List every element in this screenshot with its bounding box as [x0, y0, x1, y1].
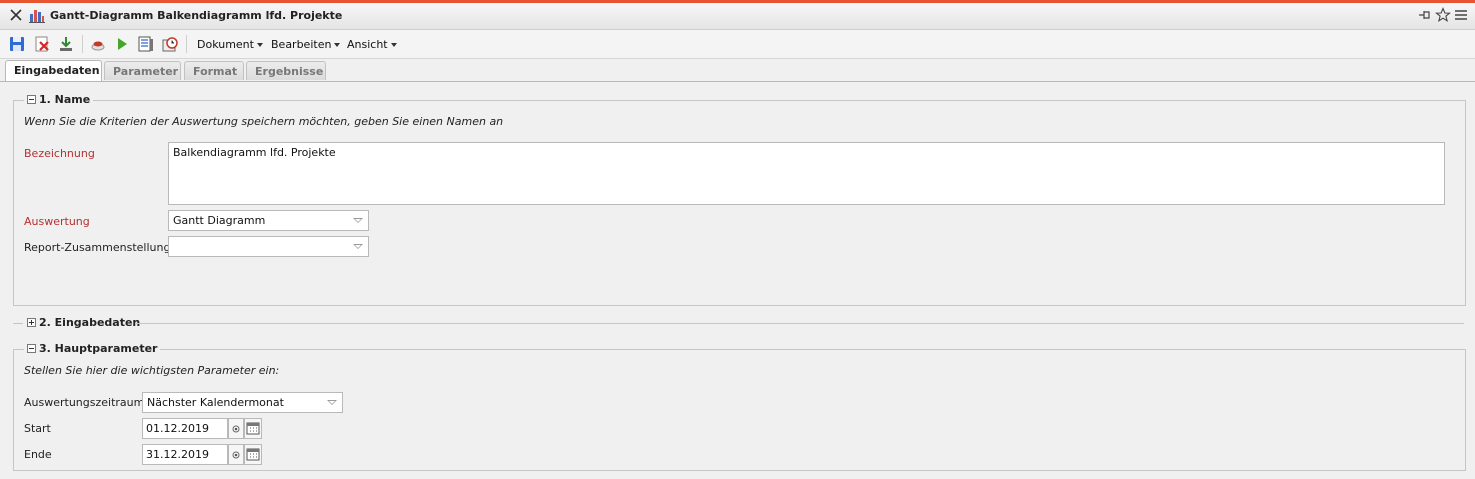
auswertungszeitraum-label: Auswertungszeitraum [24, 396, 145, 409]
auswertung-select[interactable]: Gantt Diagramm [168, 210, 369, 231]
calendar-icon[interactable] [244, 444, 262, 465]
save-icon[interactable] [9, 36, 25, 52]
bar-chart-icon [29, 8, 45, 23]
toolbar-separator [82, 35, 83, 53]
auswertung-value: Gantt Diagramm [173, 214, 266, 227]
section-name-hint: Wenn Sie die Kriterien der Auswertung sp… [24, 115, 504, 128]
menu-dokument-label: Dokument [197, 38, 254, 51]
tab-ergebnisse[interactable]: Ergebnisse [246, 61, 326, 80]
tab-eingabedaten[interactable]: Eingabedaten [5, 60, 102, 81]
section-name-title: 1. Name [39, 93, 91, 106]
clear-date-button[interactable] [228, 444, 244, 465]
section-name: 1. Name Wenn Sie die Kriterien der Auswe… [13, 93, 1466, 306]
menu-ansicht[interactable]: Ansicht [347, 38, 397, 51]
start-label: Start [24, 422, 51, 435]
section-hauptparameter-hint: Stellen Sie hier die wichtigsten Paramet… [24, 364, 280, 377]
ende-label: Ende [24, 448, 52, 461]
tab-bar: Eingabedaten Parameter Format Ergebnisse [0, 59, 1475, 82]
chevron-down-icon [256, 43, 263, 47]
close-icon[interactable] [8, 7, 24, 23]
pin-icon[interactable] [1417, 7, 1433, 23]
toolbar-separator [186, 35, 187, 53]
auswertungszeitraum-select[interactable]: Nächster Kalendermonat [142, 392, 343, 413]
report-zusammenstellung-label: Report-Zusammenstellung [24, 241, 171, 254]
window-controls [1417, 7, 1469, 23]
chevron-down-icon[interactable] [353, 218, 363, 223]
menu-dokument[interactable]: Dokument [197, 38, 263, 51]
start-date-input[interactable]: 01.12.2019 [142, 418, 228, 439]
expand-icon[interactable] [27, 318, 36, 327]
toolbar: Dokument Bearbeiten Ansicht [0, 30, 1475, 59]
section-hauptparameter-title: 3. Hauptparameter [39, 342, 158, 355]
section-eingabedaten-title: 2. Eingabedaten [39, 316, 141, 329]
window-titlebar: Gantt-Diagramm Balkendiagramm lfd. Proje… [0, 3, 1475, 30]
collapse-icon[interactable] [27, 344, 36, 353]
section-hauptparameter: 3. Hauptparameter Stellen Sie hier die w… [13, 342, 1466, 471]
main-content: 1. Name Wenn Sie die Kriterien der Auswe… [0, 82, 1475, 479]
menu-ansicht-label: Ansicht [347, 38, 388, 51]
chevron-down-icon [334, 43, 341, 47]
clock-icon[interactable] [162, 36, 178, 52]
collapse-icon[interactable] [27, 95, 36, 104]
chevron-down-icon [390, 43, 397, 47]
clear-date-button[interactable] [228, 418, 244, 439]
bezeichnung-label: Bezeichnung [24, 147, 95, 160]
chevron-down-icon[interactable] [327, 400, 337, 405]
report-list-icon[interactable] [138, 36, 154, 52]
divider [135, 323, 1464, 324]
tab-parameter[interactable]: Parameter [104, 61, 181, 80]
section-hauptparameter-header[interactable]: 3. Hauptparameter [24, 342, 161, 355]
star-icon[interactable] [1435, 7, 1451, 23]
auswertungszeitraum-value: Nächster Kalendermonat [147, 396, 284, 409]
section-eingabedaten-header[interactable]: 2. Eingabedaten [24, 316, 144, 329]
hamburger-menu-icon[interactable] [1453, 7, 1469, 23]
section-name-header[interactable]: 1. Name [24, 93, 94, 106]
download-icon[interactable] [58, 36, 74, 52]
coffee-icon[interactable] [90, 36, 106, 52]
ende-date-input[interactable]: 31.12.2019 [142, 444, 228, 465]
play-icon[interactable] [114, 36, 130, 52]
window-title: Gantt-Diagramm Balkendiagramm lfd. Proje… [50, 9, 343, 22]
report-zusammenstellung-select[interactable] [168, 236, 369, 257]
menu-bearbeiten[interactable]: Bearbeiten [271, 38, 341, 51]
menu-bearbeiten-label: Bearbeiten [271, 38, 332, 51]
divider [13, 323, 23, 324]
bezeichnung-textarea[interactable]: Balkendiagramm lfd. Projekte [168, 142, 1445, 205]
calendar-icon[interactable] [244, 418, 262, 439]
delete-icon[interactable] [34, 36, 50, 52]
tab-format[interactable]: Format [184, 61, 244, 80]
chevron-down-icon[interactable] [353, 244, 363, 249]
auswertung-label: Auswertung [24, 215, 90, 228]
